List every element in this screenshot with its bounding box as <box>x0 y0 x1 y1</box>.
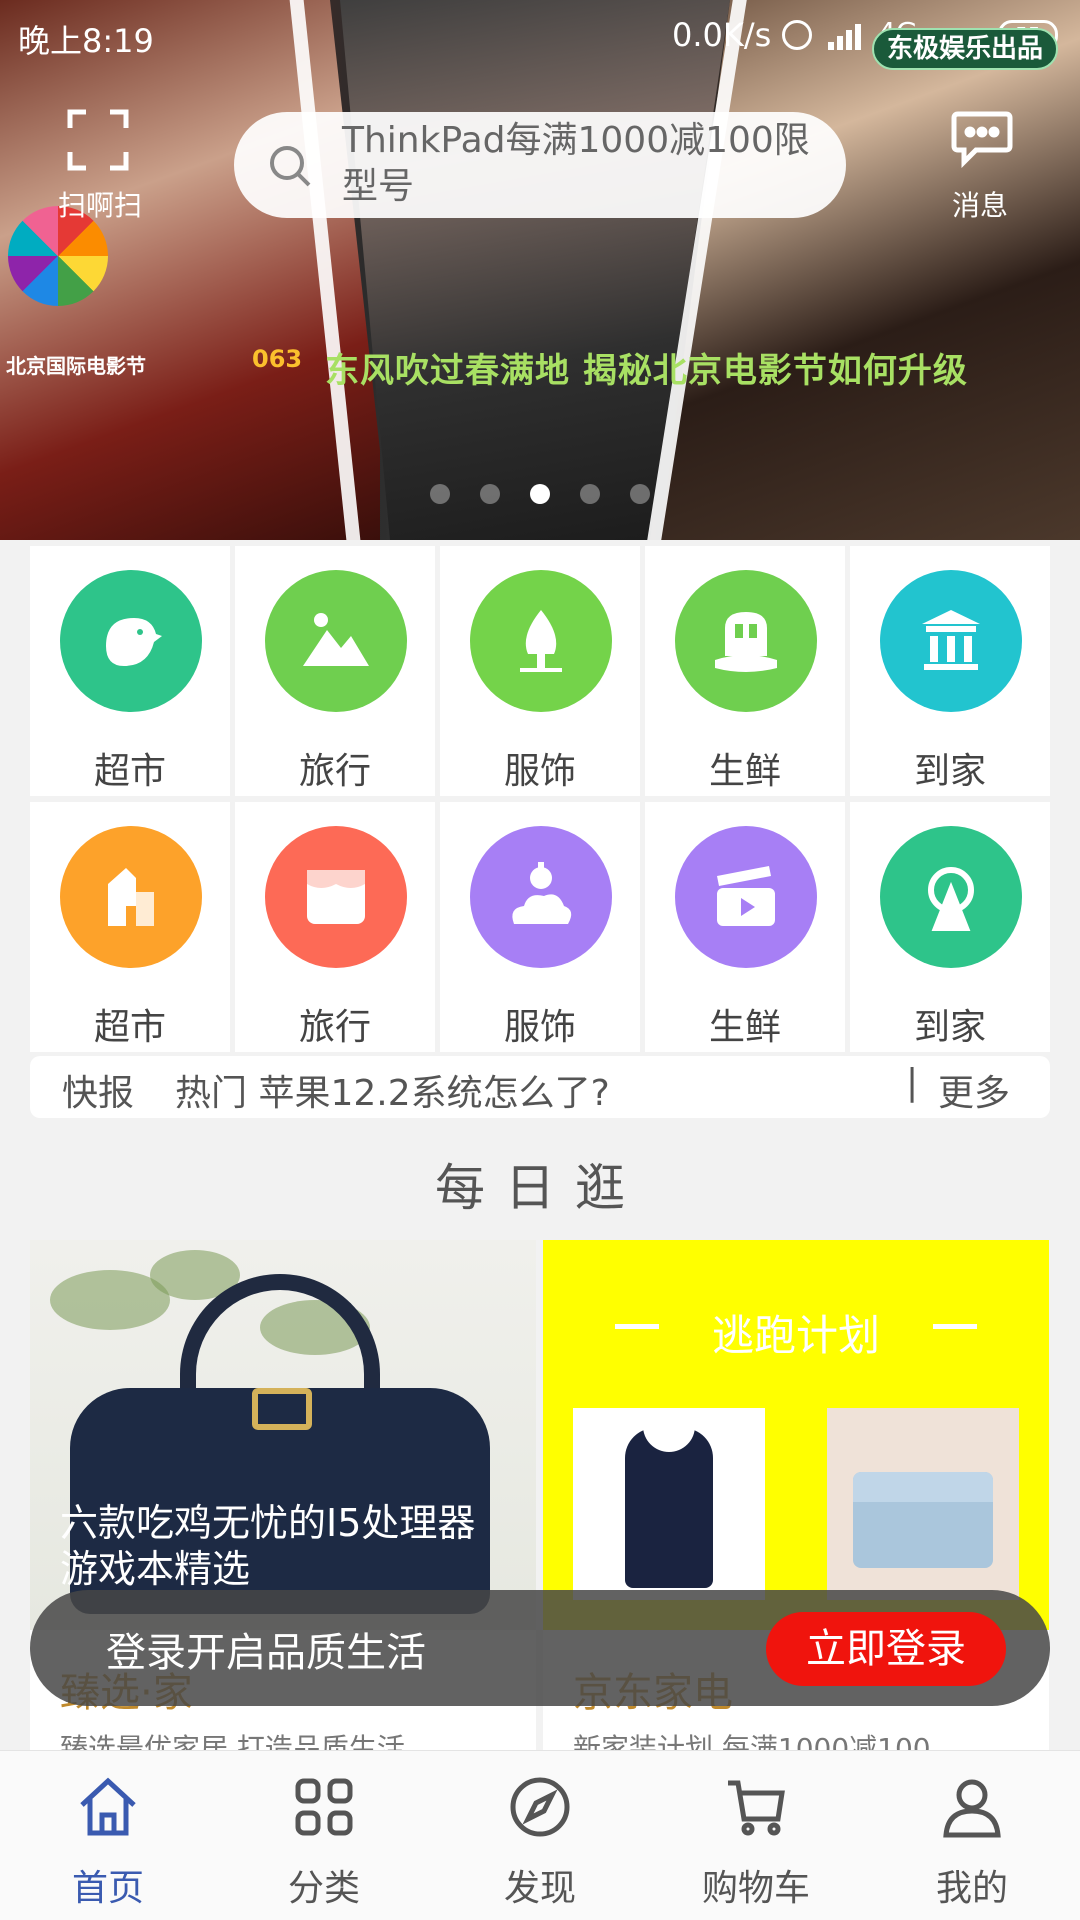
nav-home[interactable]: 首页 <box>0 1751 216 1920</box>
card-overlay-text: 六款吃鸡无忧的I5处理器游戏本精选 <box>60 1501 476 1591</box>
theater-icon <box>265 826 407 968</box>
search-input[interactable]: ThinkPad每满1000减100限型号 <box>342 118 822 210</box>
cart-icon <box>728 1780 785 1836</box>
category-grid: 超市 旅行 服饰 生鲜 到家 超市 旅行 服饰 生鲜 到家 <box>30 546 1050 1052</box>
category-item[interactable]: 到家 <box>850 802 1050 1052</box>
carousel-dot[interactable] <box>580 484 600 504</box>
banner-issue-number: 063 <box>252 345 303 373</box>
carousel-indicator <box>0 484 1080 508</box>
alarm-icon <box>782 20 812 50</box>
home-icon <box>80 1777 136 1836</box>
wallet-product-image[interactable] <box>827 1408 1019 1600</box>
nav-label: 购物车 <box>701 1868 810 1909</box>
login-prompt-bar: 登录开启品质生活 立即登录 <box>30 1590 1050 1706</box>
live-badge: 东极娱乐出品 <box>872 28 1058 70</box>
signal-icon <box>828 20 868 50</box>
category-item[interactable]: 生鲜 <box>645 802 845 1052</box>
plan-title: 逃跑计划 <box>711 1311 880 1360</box>
carousel-dot[interactable] <box>630 484 650 504</box>
category-item[interactable]: 旅行 <box>235 546 435 796</box>
plan-banner: 逃跑计划 <box>543 1240 1049 1630</box>
nav-cart[interactable]: 购物车 <box>648 1751 864 1920</box>
category-item[interactable]: 旅行 <box>235 802 435 1052</box>
bird-icon <box>60 570 202 712</box>
category-label: 生鲜 <box>708 1007 781 1048</box>
nav-label: 首页 <box>71 1868 144 1909</box>
bottom-navigation: 首页 分类 发现 购物车 我的 <box>0 1750 1080 1920</box>
ticker-tag: 快报 <box>62 1073 135 1114</box>
category-label: 到家 <box>913 1007 986 1048</box>
building-icon <box>60 826 202 968</box>
login-prompt-text: 登录开启品质生活 <box>106 1630 426 1676</box>
message-button[interactable]: 消息 <box>910 96 1050 226</box>
tree-icon <box>470 570 612 712</box>
category-label: 旅行 <box>298 1007 371 1048</box>
mountain-icon <box>265 570 407 712</box>
category-label: 服饰 <box>503 751 576 792</box>
carousel-dot[interactable] <box>480 484 500 504</box>
category-item[interactable]: 超市 <box>30 802 230 1052</box>
user-icon <box>943 1779 1001 1838</box>
grid-icon <box>295 1778 353 1836</box>
nav-label: 我的 <box>935 1868 1008 1909</box>
category-label: 旅行 <box>298 751 371 792</box>
section-title: 每日逛 <box>435 1159 645 1217</box>
network-speed: 0.0K/s <box>672 16 772 54</box>
carousel-dot[interactable] <box>430 484 450 504</box>
category-label: 服饰 <box>503 1007 576 1048</box>
nav-category[interactable]: 分类 <box>216 1751 432 1920</box>
message-label: 消息 <box>951 189 1008 222</box>
video-icon <box>675 826 817 968</box>
nav-label: 分类 <box>287 1868 360 1909</box>
cloud-icon <box>470 826 612 968</box>
ticker-separator: | <box>906 1062 919 1103</box>
status-time: 晚上8:19 <box>18 22 154 60</box>
carousel-dot-active[interactable] <box>530 484 550 504</box>
search-icon <box>268 144 312 188</box>
category-label: 超市 <box>93 1007 166 1048</box>
nav-discover[interactable]: 发现 <box>432 1751 648 1920</box>
ticker-headline[interactable]: 热门 苹果12.2系统怎么了? <box>175 1064 610 1116</box>
banner-logo-caption: 北京国际电影节 <box>6 354 146 378</box>
search-bar[interactable]: ThinkPad每满1000减100限型号 <box>234 112 846 218</box>
house-icon <box>675 570 817 712</box>
category-label: 生鲜 <box>708 751 781 792</box>
category-label: 到家 <box>913 751 986 792</box>
divider <box>933 1324 977 1329</box>
compass-icon <box>510 1777 570 1837</box>
scan-icon <box>66 108 130 172</box>
ferris-wheel-icon <box>880 826 1022 968</box>
category-item[interactable]: 到家 <box>850 546 1050 796</box>
nav-label: 发现 <box>503 1868 576 1909</box>
category-item[interactable]: 服饰 <box>440 546 640 796</box>
category-item[interactable]: 超市 <box>30 546 230 796</box>
news-ticker[interactable]: 快报 热门 苹果12.2系统怎么了? | 更多 <box>30 1056 1050 1118</box>
category-item[interactable]: 服饰 <box>440 802 640 1052</box>
banner-headline: 东风吹过春满地 揭秘北京电影节如何升级 <box>325 351 968 391</box>
category-label: 超市 <box>93 751 166 792</box>
login-button[interactable]: 立即登录 <box>766 1612 1006 1686</box>
category-item[interactable]: 生鲜 <box>645 546 845 796</box>
coat-product-image[interactable] <box>573 1408 765 1600</box>
pavilion-icon <box>880 570 1022 712</box>
promo-banner[interactable]: 北京国际电影节 063 东风吹过春满地 揭秘北京电影节如何升级 <box>0 0 1080 540</box>
nav-profile[interactable]: 我的 <box>864 1751 1080 1920</box>
scan-label: 扫啊扫 <box>57 189 142 222</box>
more-link[interactable]: 更多 <box>938 1064 1010 1116</box>
scan-button[interactable]: 扫啊扫 <box>30 96 170 226</box>
chat-bubble-icon <box>950 108 1014 169</box>
